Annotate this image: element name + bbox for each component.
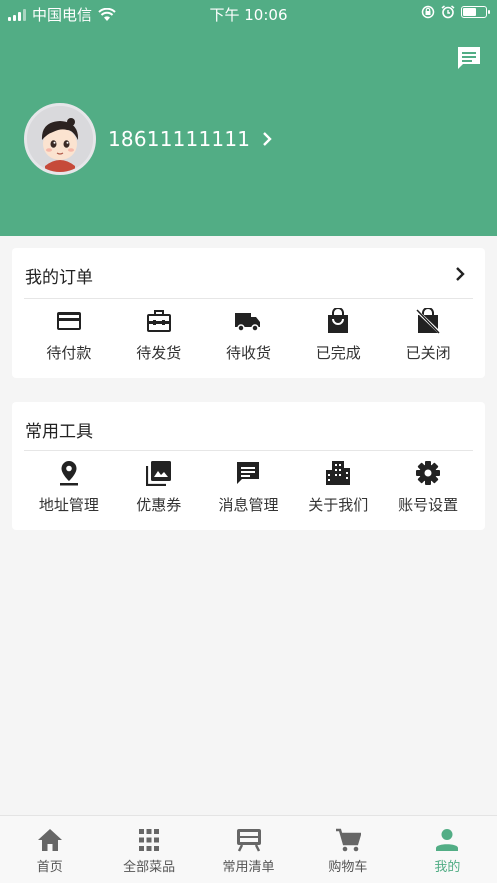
tab-all-dishes[interactable]: 全部菜品 <box>99 816 198 883</box>
order-item-label: 已关闭 <box>405 344 451 362</box>
tool-coupon[interactable]: 优惠券 <box>114 460 204 515</box>
tab-label: 全部菜品 <box>123 860 176 875</box>
divider <box>24 298 473 299</box>
status-bar: 中国电信 下午 10:06 <box>0 0 497 26</box>
tool-item-label: 账号设置 <box>398 496 459 514</box>
credit-card-icon <box>56 312 81 330</box>
my-orders-title: 我的订单 <box>25 268 93 288</box>
order-closed[interactable]: 已关闭 <box>383 308 473 363</box>
closed-bag-icon <box>415 308 442 334</box>
truck-icon <box>235 313 261 332</box>
order-item-label: 待收货 <box>225 344 271 362</box>
order-completed[interactable]: 已完成 <box>293 308 383 363</box>
shopping-bag-icon <box>328 308 349 333</box>
tab-home[interactable]: 首页 <box>0 816 99 883</box>
tool-account-settings[interactable]: 账号设置 <box>383 460 473 515</box>
phone-number[interactable]: 18611111111 <box>108 127 250 151</box>
tab-label: 首页 <box>36 860 63 875</box>
profile-link[interactable]: 18611111111 <box>24 103 274 175</box>
person-icon <box>436 829 459 851</box>
briefcase-icon <box>146 310 171 332</box>
gear-icon <box>416 461 441 485</box>
tab-common-list[interactable]: 常用清单 <box>199 816 298 883</box>
tool-item-label: 消息管理 <box>218 496 279 514</box>
common-tools-title: 常用工具 <box>25 422 93 442</box>
avatar-cartoon-icon <box>27 106 93 172</box>
battery-level <box>463 8 477 16</box>
tool-item-label: 关于我们 <box>308 496 369 514</box>
order-item-label: 已完成 <box>315 344 361 362</box>
battery-icon <box>461 6 490 18</box>
list-board-icon <box>236 829 261 852</box>
order-item-label: 待发货 <box>136 344 182 362</box>
view-all-orders-chevron-icon[interactable] <box>455 266 467 282</box>
my-orders-card: 我的订单 待付款 待发货 待收货 已完成 已关闭 <box>12 248 485 378</box>
divider <box>24 450 473 451</box>
tool-item-label: 地址管理 <box>38 496 99 514</box>
home-icon <box>37 829 62 851</box>
rotation-lock-icon <box>421 5 435 19</box>
grid-icon <box>139 829 160 851</box>
tool-address[interactable]: 地址管理 <box>24 460 114 515</box>
location-pin-icon <box>59 461 78 486</box>
tab-label: 我的 <box>434 860 461 875</box>
order-pending-shipment[interactable]: 待发货 <box>114 308 204 363</box>
alarm-icon <box>441 5 455 19</box>
common-tools-card: 常用工具 地址管理 优惠券 消息管理 关于我们 账号设置 <box>12 402 485 530</box>
order-status-row: 待付款 待发货 待收货 已完成 已关闭 <box>24 308 473 363</box>
bottom-tab-bar: 首页 全部菜品 常用清单 购物车 我的 <box>0 815 497 883</box>
tab-label: 常用清单 <box>222 860 275 875</box>
tab-mine[interactable]: 我的 <box>398 816 497 883</box>
message-icon <box>237 462 260 484</box>
chevron-right-icon <box>263 132 272 146</box>
tab-label: 购物车 <box>328 860 368 875</box>
tab-shopping-cart[interactable]: 购物车 <box>298 816 397 883</box>
avatar[interactable] <box>24 103 96 175</box>
buildings-icon <box>326 461 351 485</box>
tools-row: 地址管理 优惠券 消息管理 关于我们 账号设置 <box>24 460 473 515</box>
tool-messages[interactable]: 消息管理 <box>204 460 294 515</box>
order-item-label: 待付款 <box>46 344 92 362</box>
tool-about-us[interactable]: 关于我们 <box>293 460 383 515</box>
status-right <box>421 5 490 19</box>
cart-icon <box>335 828 361 852</box>
order-pending-receipt[interactable]: 待收货 <box>204 308 294 363</box>
order-pending-payment[interactable]: 待付款 <box>24 308 114 363</box>
message-icon[interactable] <box>455 44 483 72</box>
profile-header: 中国电信 下午 10:06 18611111111 <box>0 0 497 236</box>
tool-item-label: 优惠券 <box>136 496 182 514</box>
photo-library-icon <box>145 461 171 486</box>
